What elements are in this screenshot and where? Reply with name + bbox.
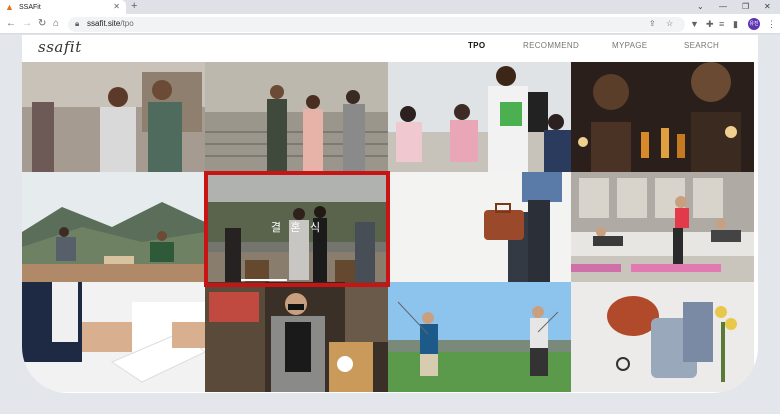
tile-classroom[interactable] <box>388 62 571 172</box>
back-icon[interactable]: ← <box>6 17 16 31</box>
new-tab-icon[interactable]: + <box>131 0 137 13</box>
address-bar[interactable]: 🔒︎ ssafit.site/tpo ⇪ ☆ <box>68 17 685 32</box>
forward-icon[interactable]: → <box>22 17 32 31</box>
nav-search[interactable]: SEARCH <box>684 41 719 50</box>
home-icon[interactable]: ⌂ <box>53 17 59 31</box>
close-window-icon[interactable]: ✕ <box>764 0 771 13</box>
selected-tile-wedding[interactable]: 결 혼 식 <box>204 171 390 287</box>
tile-mountain-picnic[interactable] <box>22 172 205 282</box>
ssafit-favicon-icon: ▲ <box>5 1 14 12</box>
tile-party[interactable] <box>571 62 754 172</box>
nav-tpo[interactable]: TPO <box>468 41 485 50</box>
chevron-down-icon[interactable]: ⌄ <box>697 0 704 13</box>
share-icon[interactable]: ⇪ <box>649 19 656 28</box>
tab-strip: ▲ SSAFit ✕ + ⌄ — ❐ ✕ <box>0 0 780 14</box>
main-card: ssafit TPO RECOMMEND MYPAGE SEARCH 결 혼 식 <box>22 35 758 393</box>
url-text[interactable]: ssafit.site/tpo <box>87 19 134 28</box>
tab-title: SSAFit <box>19 3 41 11</box>
lock-icon[interactable]: 🔒︎ <box>75 19 79 29</box>
profile-avatar[interactable]: 유진 <box>748 18 760 30</box>
extensions-puzzle-icon[interactable]: ✚ <box>706 18 714 30</box>
browser-tab[interactable]: ▲ SSAFit ✕ <box>0 0 126 14</box>
close-tab-icon[interactable]: ✕ <box>113 2 120 11</box>
page-background: ssafit TPO RECOMMEND MYPAGE SEARCH 결 혼 식 <box>0 35 780 414</box>
extension-v-icon[interactable]: ▼ <box>690 18 699 30</box>
tile-flat-lay-outfit[interactable] <box>571 282 754 392</box>
tile-street-fashion[interactable] <box>205 282 388 392</box>
reload-icon[interactable]: ↻ <box>38 17 46 31</box>
media-queue-icon[interactable]: ≡ <box>719 18 724 30</box>
nav-mypage[interactable]: MYPAGE <box>612 41 647 50</box>
tile-couple-walking[interactable] <box>22 62 205 172</box>
more-menu-icon[interactable]: ⋮ <box>767 18 776 30</box>
selected-tile-label: 결 혼 식 <box>270 221 324 234</box>
tile-friends-stairs[interactable] <box>205 62 388 172</box>
browser-toolbar: ← → ↻ ⌂ 🔒︎ ssafit.site/tpo ⇪ ☆ ▼ ✚ ≡ ▮ 유… <box>0 14 780 34</box>
site-logo[interactable]: ssafit <box>38 38 82 56</box>
side-panel-icon[interactable]: ▮ <box>733 18 738 30</box>
tile-businessman-briefcase[interactable] <box>388 172 571 282</box>
bookmark-star-icon[interactable]: ☆ <box>666 19 673 28</box>
nav-recommend[interactable]: RECOMMEND <box>523 41 579 50</box>
selected-tile-underline <box>241 279 287 281</box>
minimize-icon[interactable]: — <box>719 0 727 13</box>
tile-contract-signing[interactable] <box>22 282 205 392</box>
tile-fitness[interactable] <box>571 172 754 282</box>
restore-icon[interactable]: ❐ <box>742 0 749 13</box>
tpo-image-grid: 결 혼 식 <box>22 62 758 393</box>
tile-golf[interactable] <box>388 282 571 392</box>
site-header: ssafit TPO RECOMMEND MYPAGE SEARCH <box>22 35 758 62</box>
